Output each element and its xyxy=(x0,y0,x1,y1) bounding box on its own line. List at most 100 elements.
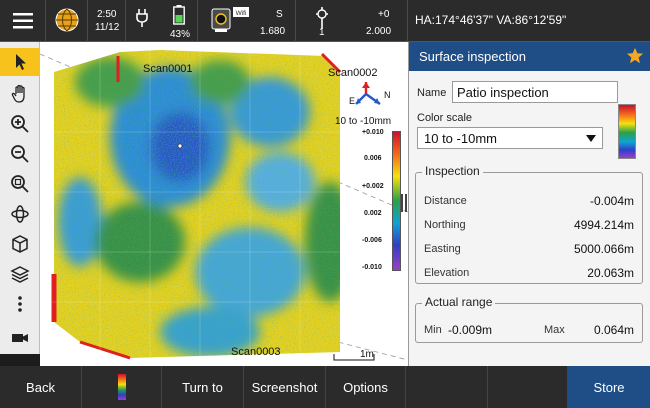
scale-bar-label: 1m xyxy=(360,349,374,360)
store-button[interactable]: Store xyxy=(568,366,650,408)
elevation-label: Elevation xyxy=(424,267,470,279)
back-button-label: Back xyxy=(26,379,55,395)
color-scale-button[interactable] xyxy=(82,366,162,408)
color-scale-label: Color scale xyxy=(417,112,473,124)
north-arrow-icon xyxy=(355,82,381,105)
actual-range-title: Actual range xyxy=(422,295,496,309)
empty-softkey-1 xyxy=(406,366,488,408)
favorite-star-icon[interactable] xyxy=(626,47,644,65)
cube-icon xyxy=(12,235,28,253)
target-label: 1 xyxy=(319,27,325,38)
screenshot-button-label: Screenshot xyxy=(251,379,318,395)
scale-title: 10 to -10mm xyxy=(335,116,392,127)
screenshot-button[interactable]: Screenshot xyxy=(244,366,326,408)
zoom-in-button[interactable] xyxy=(0,110,40,138)
status-bar: 2:50 11/12 43% Wifi S 1.680 1 +0 2.000 H… xyxy=(0,0,650,42)
scale-tick-1: +0.010 xyxy=(362,129,384,136)
color-scale-icon xyxy=(117,374,126,400)
total-station-icon xyxy=(211,8,231,32)
turn-to-button[interactable]: Turn to xyxy=(162,366,244,408)
job-button[interactable] xyxy=(46,0,88,42)
compass-north-label: N xyxy=(384,90,391,100)
easting-label: Easting xyxy=(424,243,461,255)
battery-percent: 43% xyxy=(170,29,191,40)
max-label: Max xyxy=(544,324,565,336)
target-value: 2.000 xyxy=(366,26,392,37)
name-label: Name xyxy=(417,87,447,99)
target-status[interactable]: 1 +0 2.000 xyxy=(296,0,408,42)
inspection-title: Inspection xyxy=(422,164,483,178)
back-button[interactable]: Back xyxy=(0,366,82,408)
svg-text:Wifi: Wifi xyxy=(236,10,247,17)
options-button[interactable]: Options xyxy=(326,366,406,408)
menu-button[interactable] xyxy=(0,0,46,42)
min-value: -0.009m xyxy=(448,323,493,337)
bottom-action-bar: Back Turn to Screenshot Options Store xyxy=(0,366,650,408)
zoom-out-icon xyxy=(11,145,29,163)
zoom-out-button[interactable] xyxy=(0,140,40,168)
panel-header: Surface inspection xyxy=(409,42,650,71)
wifi-badge-icon: Wifi xyxy=(233,7,249,17)
panel-title: Surface inspection xyxy=(419,49,526,64)
video-camera-icon xyxy=(12,334,28,342)
color-scale-preview xyxy=(618,104,636,159)
northing-value: 4994.214m xyxy=(573,218,634,232)
dropdown-arrow-icon xyxy=(586,135,596,142)
zoom-extents-button[interactable] xyxy=(0,170,40,198)
instrument-value: 1.680 xyxy=(260,26,286,37)
power-status[interactable]: 43% xyxy=(126,0,198,42)
scale-tick-3: +0.002 xyxy=(362,183,384,190)
surface-inspection-panel: Surface inspection Name Color scale 10 t… xyxy=(408,42,650,366)
orbit-icon xyxy=(11,205,29,223)
map-view[interactable]: Scan0001 Scan0002 Scan0003 N E 10 to -10… xyxy=(40,42,408,366)
orbit-tool-button[interactable] xyxy=(0,200,40,228)
more-vertical-icon xyxy=(18,296,22,312)
pan-tool-button[interactable] xyxy=(0,80,40,108)
more-options-button[interactable] xyxy=(0,290,40,318)
view-cube-button[interactable] xyxy=(0,230,40,258)
inspection-group: Inspection Distance -0.004m Northing 499… xyxy=(415,164,643,284)
zoom-extents-icon xyxy=(11,175,29,193)
time-date: 2:50 11/12 xyxy=(88,0,126,42)
color-scale-dropdown[interactable]: 10 to -10mm xyxy=(417,127,603,149)
surface-inspection-heatmap[interactable] xyxy=(40,42,408,366)
scale-tick-5: -0.006 xyxy=(362,237,382,244)
distance-label: Distance xyxy=(424,195,467,207)
status-date: 11/12 xyxy=(95,22,120,33)
empty-softkey-2 xyxy=(488,366,568,408)
scan-label-3: Scan0003 xyxy=(231,346,281,358)
options-button-label: Options xyxy=(343,379,388,395)
easting-value: 5000.066m xyxy=(573,242,634,256)
status-time: 2:50 xyxy=(97,9,117,20)
scale-tick-4: 0.002 xyxy=(364,210,382,217)
color-scale-bar xyxy=(392,131,401,271)
power-plug-icon xyxy=(136,9,148,27)
name-input[interactable] xyxy=(452,81,618,103)
zoom-in-icon xyxy=(11,115,29,133)
globe-icon xyxy=(55,8,79,32)
instrument-status[interactable]: Wifi S 1.680 xyxy=(198,0,296,42)
prism-target-icon xyxy=(316,7,328,29)
color-scale-selected: 10 to -10mm xyxy=(424,131,497,146)
video-button[interactable] xyxy=(0,324,40,352)
select-tool-button[interactable] xyxy=(0,48,40,76)
elevation-value: 20.063m xyxy=(587,266,634,280)
instrument-label: S xyxy=(276,9,283,20)
scan-label-1: Scan0001 xyxy=(143,63,193,75)
northing-label: Northing xyxy=(424,219,466,231)
scale-tick-2: 0.006 xyxy=(364,155,382,162)
turn-to-button-label: Turn to xyxy=(182,379,223,395)
compass-east-label: E xyxy=(349,96,356,106)
hamburger-menu-icon xyxy=(13,13,33,29)
scan-label-2: Scan0002 xyxy=(328,67,378,79)
panel-splitter-handle[interactable] xyxy=(401,194,407,212)
angle-readout: HA:174°46'37" VA:86°12'59" xyxy=(415,13,567,27)
max-value: 0.064m xyxy=(593,323,634,337)
layers-icon xyxy=(10,266,30,283)
target-offset: +0 xyxy=(378,9,390,20)
layers-button[interactable] xyxy=(0,260,40,288)
battery-icon xyxy=(173,5,185,25)
hand-icon xyxy=(11,84,25,103)
pointer-arrow-icon xyxy=(16,54,26,70)
distance-value: -0.004m xyxy=(589,194,634,208)
